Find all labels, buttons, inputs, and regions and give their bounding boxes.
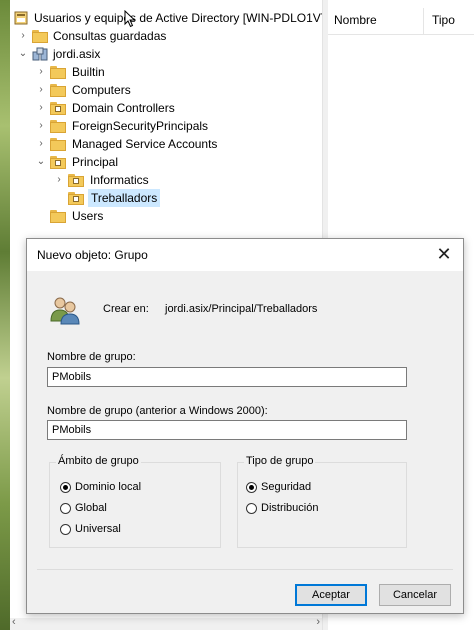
radio-label: Universal bbox=[75, 523, 121, 535]
group-scope-box: Ámbito de grupo Dominio local Global Uni… bbox=[49, 455, 221, 548]
tree-item-managed-service-accounts[interactable]: › Managed Service Accounts bbox=[32, 135, 312, 153]
tree-item-computers[interactable]: › Computers bbox=[32, 81, 312, 99]
folder-icon bbox=[50, 120, 66, 133]
tree-root-label: Usuarios y equipos de Active Directory [… bbox=[34, 11, 329, 25]
dialog-separator bbox=[37, 569, 453, 570]
chevron-right-icon[interactable]: › bbox=[36, 63, 46, 81]
radio-label: Seguridad bbox=[261, 481, 312, 493]
chevron-right-icon[interactable]: › bbox=[36, 117, 46, 135]
radio-indicator[interactable] bbox=[246, 482, 257, 493]
tree-item-consultas-guardadas[interactable]: › Consultas guardadas bbox=[14, 27, 314, 45]
tree-item-label: Consultas guardadas bbox=[53, 29, 167, 43]
create-in-path: jordi.asix/Principal/Treballadors bbox=[165, 303, 318, 315]
chevron-right-icon[interactable]: › bbox=[36, 81, 46, 99]
group-name-pre2000-input[interactable]: PMobils bbox=[47, 420, 407, 440]
tree-item-foreign-security-principals[interactable]: › ForeignSecurityPrincipals bbox=[32, 117, 312, 135]
group-name-label: Nombre de grupo: bbox=[47, 351, 136, 363]
column-header-tipo[interactable]: Tipo bbox=[426, 8, 474, 34]
desktop-background-strip bbox=[0, 0, 10, 630]
radio-label: Distribución bbox=[261, 502, 319, 514]
mouse-cursor-icon bbox=[124, 9, 136, 31]
tree-item-domain-controllers[interactable]: › Domain Controllers bbox=[32, 99, 312, 117]
column-header-nombre[interactable]: Nombre bbox=[328, 8, 424, 34]
tree-item-label: ForeignSecurityPrincipals bbox=[72, 119, 209, 133]
create-in-label: Crear en: bbox=[103, 303, 149, 315]
ad-console-icon bbox=[14, 11, 30, 25]
tree-item-label: Domain Controllers bbox=[72, 101, 175, 115]
chevron-down-icon[interactable]: ⌄ bbox=[18, 45, 28, 63]
scroll-right-icon[interactable]: › bbox=[316, 616, 320, 628]
chevron-down-icon[interactable]: ⌄ bbox=[36, 153, 46, 171]
ou-folder-icon bbox=[50, 102, 66, 115]
cancel-button[interactable]: Cancelar bbox=[379, 584, 451, 606]
chevron-right-icon[interactable]: › bbox=[18, 27, 28, 45]
tree-item-users[interactable]: Users bbox=[32, 207, 312, 225]
group-icon bbox=[49, 295, 81, 328]
folder-icon bbox=[50, 210, 66, 223]
group-scope-legend: Ámbito de grupo bbox=[56, 455, 141, 467]
tree-item-label: Builtin bbox=[72, 65, 105, 79]
dialog-title-bar[interactable]: Nuevo objeto: Grupo ✕ bbox=[27, 239, 463, 271]
tree-item-informatics[interactable]: › Informatics bbox=[50, 171, 310, 189]
ou-folder-icon bbox=[68, 192, 84, 205]
header-divider bbox=[328, 34, 474, 35]
tree-item-label: Treballadors bbox=[88, 189, 161, 207]
accept-button[interactable]: Aceptar bbox=[295, 584, 367, 606]
tree-item-label: Informatics bbox=[90, 173, 149, 187]
folder-icon bbox=[50, 84, 66, 97]
group-name-input[interactable]: PMobils bbox=[47, 367, 407, 387]
radio-indicator[interactable] bbox=[60, 482, 71, 493]
group-type-box: Tipo de grupo Seguridad Distribución bbox=[237, 455, 407, 548]
radio-indicator[interactable] bbox=[246, 503, 257, 514]
tree-item-domain[interactable]: ⌄ jordi.asix bbox=[14, 45, 314, 63]
new-group-dialog[interactable]: Nuevo objeto: Grupo ✕ Crear en: jordi.as… bbox=[26, 238, 464, 614]
scroll-left-icon[interactable]: ‹ bbox=[12, 616, 16, 628]
tree-item-label: Principal bbox=[72, 155, 119, 169]
tree-item-label: jordi.asix bbox=[53, 47, 101, 61]
chevron-right-icon[interactable]: › bbox=[54, 171, 64, 189]
tree-item-label: Computers bbox=[72, 83, 131, 97]
radio-label: Dominio local bbox=[75, 481, 142, 493]
folder-icon bbox=[32, 30, 48, 43]
radio-label: Global bbox=[75, 502, 107, 514]
tree-item-treballadors[interactable]: Treballadors bbox=[68, 189, 161, 207]
close-icon[interactable]: ✕ bbox=[433, 243, 455, 265]
tree-item-label: Users bbox=[72, 209, 104, 223]
tree-item-builtin[interactable]: › Builtin bbox=[32, 63, 312, 81]
folder-icon bbox=[50, 66, 66, 79]
tree-item-principal[interactable]: ⌄ Principal bbox=[32, 153, 312, 171]
horizontal-scrollbar[interactable]: ‹ › bbox=[10, 616, 322, 630]
chevron-right-icon[interactable]: › bbox=[36, 135, 46, 153]
chevron-right-icon[interactable]: › bbox=[36, 99, 46, 117]
ou-folder-icon bbox=[50, 156, 66, 169]
dialog-title: Nuevo objeto: Grupo bbox=[37, 248, 148, 262]
radio-indicator[interactable] bbox=[60, 503, 71, 514]
tree-item-label: Managed Service Accounts bbox=[72, 137, 218, 151]
ou-folder-icon bbox=[68, 174, 84, 187]
group-type-legend: Tipo de grupo bbox=[244, 455, 316, 467]
radio-indicator[interactable] bbox=[60, 524, 71, 535]
folder-icon bbox=[50, 138, 66, 151]
group-name-pre2000-label: Nombre de grupo (anterior a Windows 2000… bbox=[47, 405, 268, 417]
